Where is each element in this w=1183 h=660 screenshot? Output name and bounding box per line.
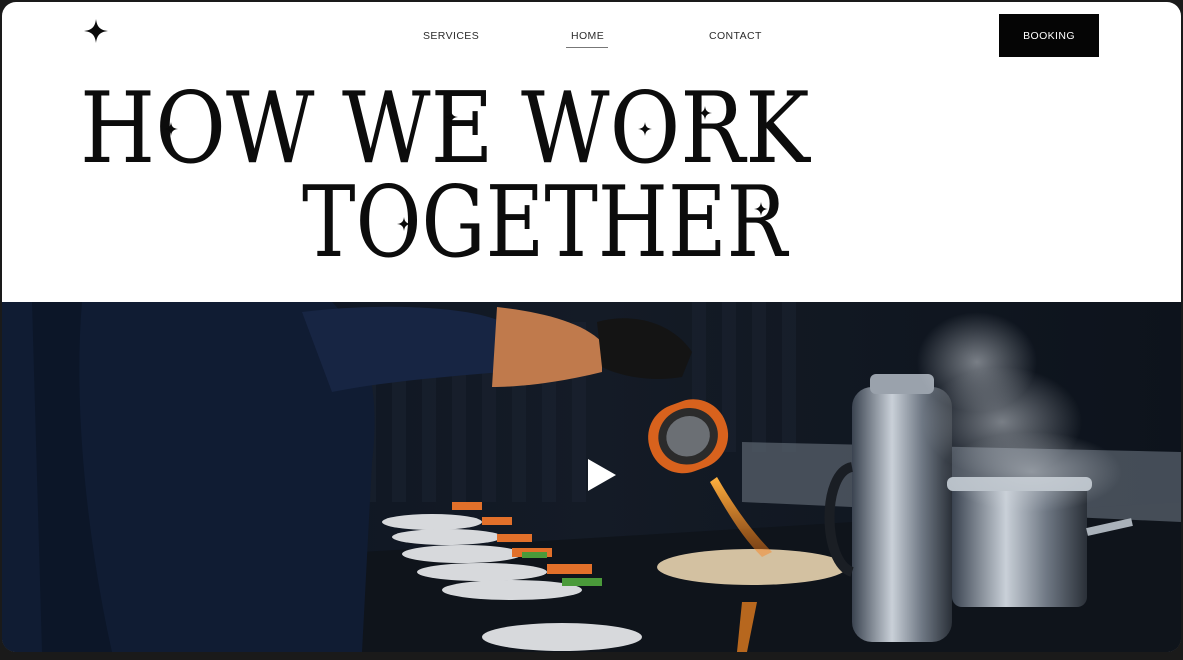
headline-line-1: HOW WE WORK (80, 72, 810, 186)
sparkle-icon (638, 122, 652, 136)
sparkle-icon (444, 110, 458, 124)
headline-line-2: TOGETHER (302, 166, 788, 280)
hero-headline: HOW WE WORK TOGETHER (2, 2, 1181, 302)
sparkle-icon (698, 106, 712, 120)
hero-video[interactable] (2, 302, 1181, 652)
sparkle-icon (754, 202, 768, 216)
sparkle-icon (397, 217, 411, 231)
play-icon[interactable] (582, 457, 618, 493)
page-frame: SERVICES HOME CONTACT BOOKING HOW WE WOR… (2, 2, 1181, 652)
sparkle-icon (164, 122, 178, 136)
